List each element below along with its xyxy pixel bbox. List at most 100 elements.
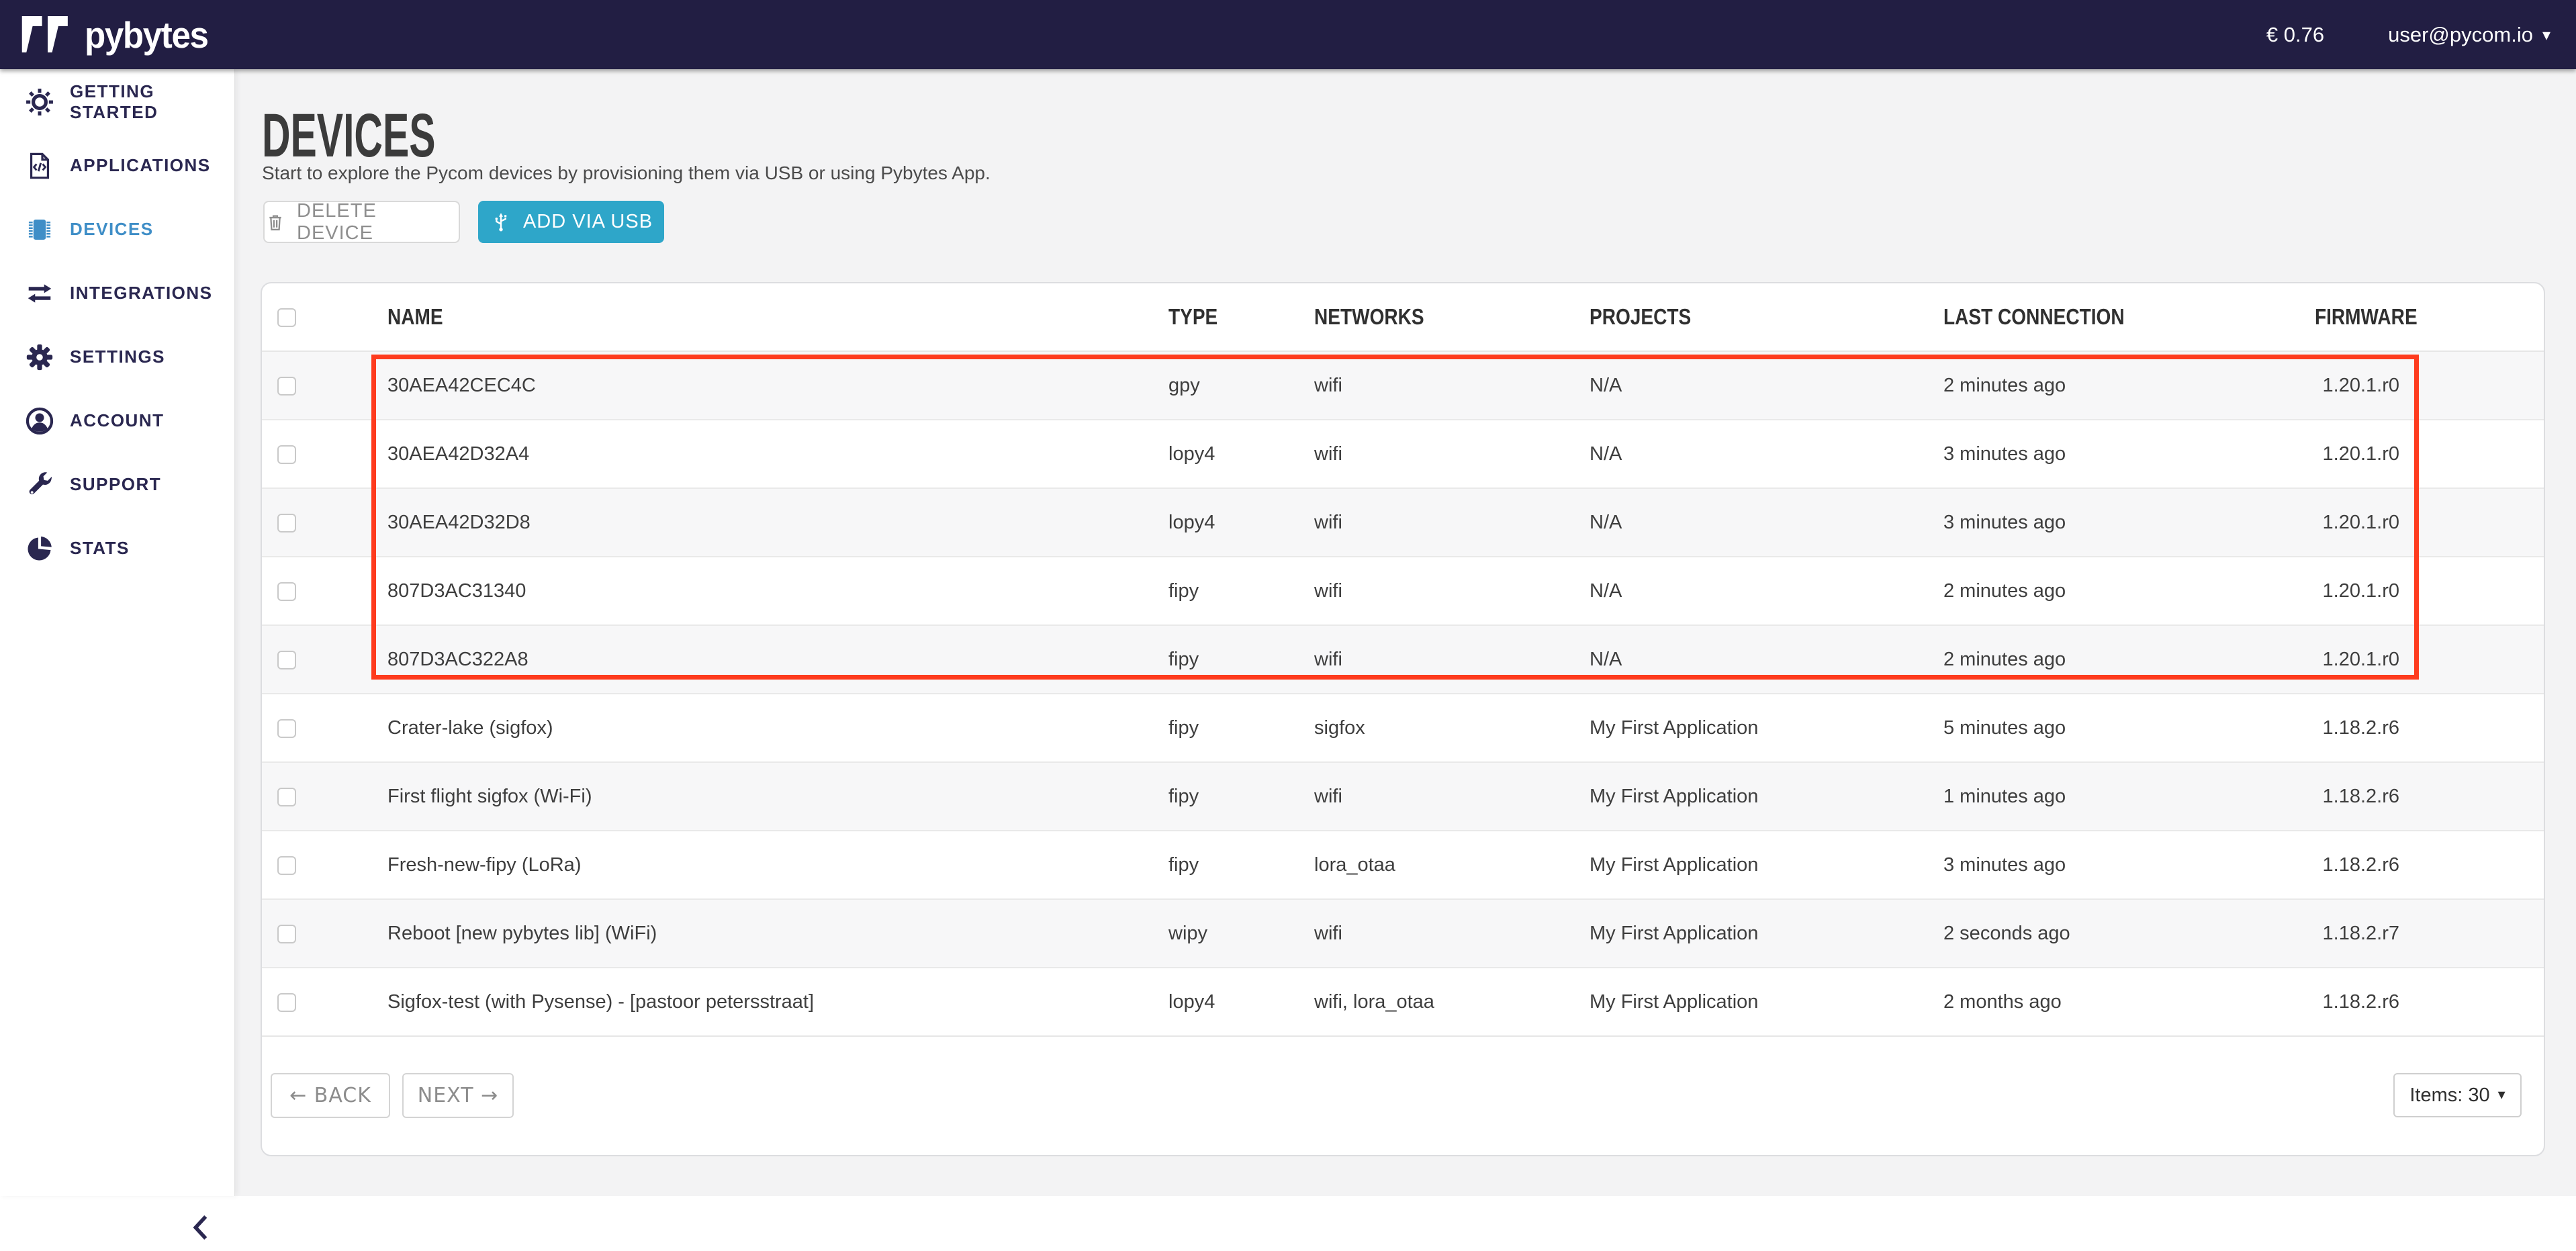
chevron-left-icon bbox=[181, 1207, 222, 1248]
usb-icon bbox=[490, 211, 512, 234]
sidebar-collapse-button[interactable] bbox=[181, 1207, 222, 1248]
table-row[interactable]: 807D3AC322A8 fipy wifi N/A 2 minutes ago… bbox=[262, 626, 2544, 694]
sidebar-nav: GETTING STARTED APPLICATIONS DEVICES INTEGR… bbox=[0, 69, 234, 580]
sidebar-item-applications[interactable]: APPLICATIONS bbox=[0, 134, 234, 197]
row-checkbox[interactable] bbox=[277, 582, 296, 601]
cell-last-connection: 2 minutes ago bbox=[1943, 352, 2066, 419]
row-checkbox[interactable] bbox=[277, 445, 296, 464]
cell-last-connection: 2 minutes ago bbox=[1943, 626, 2066, 693]
column-header-projects[interactable]: PROJECTS bbox=[1590, 283, 1691, 351]
sidebar-item-stats[interactable]: STATS bbox=[0, 516, 234, 580]
table-row[interactable]: Crater-lake (sigfox) fipy sigfox My Firs… bbox=[262, 694, 2544, 763]
sidebar-item-label: STATS bbox=[70, 538, 130, 559]
cell-projects: N/A bbox=[1590, 352, 1622, 419]
cell-last-connection: 1 minutes ago bbox=[1943, 763, 2066, 830]
sidebar-item-label: GETTING STARTED bbox=[70, 81, 234, 123]
cell-name: 30AEA42CEC4C bbox=[387, 352, 536, 419]
cell-firmware: 1.18.2.r6 bbox=[2323, 694, 2399, 761]
cell-projects: N/A bbox=[1590, 420, 1622, 488]
column-header-firmware[interactable]: FIRMWARE bbox=[2315, 283, 2418, 351]
sidebar-item-getting-started[interactable]: GETTING STARTED bbox=[0, 70, 234, 134]
logo-text: pybytes bbox=[85, 13, 208, 56]
trash-icon bbox=[265, 212, 286, 233]
row-checkbox[interactable] bbox=[277, 651, 296, 669]
cell-name: 30AEA42D32D8 bbox=[387, 489, 531, 556]
cell-firmware: 1.18.2.r6 bbox=[2323, 831, 2399, 898]
cell-firmware: 1.20.1.r0 bbox=[2323, 626, 2399, 693]
cell-firmware: 1.18.2.r7 bbox=[2323, 900, 2399, 967]
table-body: 30AEA42CEC4C gpy wifi N/A 2 minutes ago … bbox=[262, 352, 2544, 1037]
cell-projects: My First Application bbox=[1590, 900, 1758, 967]
sidebar-item-label: DEVICES bbox=[70, 219, 154, 240]
sidebar-item-settings[interactable]: SETTINGS bbox=[0, 325, 234, 389]
cell-projects: N/A bbox=[1590, 489, 1622, 556]
next-button[interactable]: NEXT → bbox=[402, 1073, 514, 1118]
table-row[interactable]: 30AEA42D32D8 lopy4 wifi N/A 3 minutes ag… bbox=[262, 489, 2544, 557]
table-row[interactable]: 30AEA42D32A4 lopy4 wifi N/A 3 minutes ag… bbox=[262, 420, 2544, 489]
row-checkbox[interactable] bbox=[277, 856, 296, 875]
cell-name: 807D3AC322A8 bbox=[387, 626, 528, 693]
cell-networks: wifi bbox=[1314, 900, 1342, 967]
row-checkbox[interactable] bbox=[277, 788, 296, 806]
sidebar-item-label: SUPPORT bbox=[70, 474, 161, 495]
top-bar: pybytes € 0.76 user@pycom.io ▾ bbox=[0, 0, 2576, 69]
cell-projects: My First Application bbox=[1590, 968, 1758, 1035]
column-header-name[interactable]: NAME bbox=[387, 283, 443, 351]
table-row[interactable]: 30AEA42CEC4C gpy wifi N/A 2 minutes ago … bbox=[262, 352, 2544, 420]
items-per-page-dropdown[interactable]: Items: 30 ▾ bbox=[2393, 1073, 2522, 1117]
pybytes-logo[interactable]: pybytes bbox=[20, 0, 217, 69]
chip-icon bbox=[24, 214, 55, 245]
account-balance: € 0.76 bbox=[2266, 23, 2324, 47]
user-email: user@pycom.io bbox=[2388, 23, 2533, 47]
table-row[interactable]: 807D3AC31340 fipy wifi N/A 2 minutes ago… bbox=[262, 557, 2544, 626]
cell-firmware: 1.18.2.r6 bbox=[2323, 968, 2399, 1035]
delete-device-button[interactable]: DELETE DEVICE bbox=[263, 201, 460, 243]
back-button[interactable]: ← BACK bbox=[271, 1073, 390, 1118]
row-checkbox[interactable] bbox=[277, 993, 296, 1012]
user-icon bbox=[24, 406, 55, 436]
sidebar-item-support[interactable]: SUPPORT bbox=[0, 453, 234, 516]
column-header-networks[interactable]: NETWORKS bbox=[1314, 283, 1424, 351]
cell-firmware: 1.20.1.r0 bbox=[2323, 557, 2399, 624]
cell-type: wipy bbox=[1168, 900, 1207, 967]
cell-name: Crater-lake (sigfox) bbox=[387, 694, 553, 761]
page-title: DEVICES bbox=[262, 101, 533, 171]
row-checkbox[interactable] bbox=[277, 925, 296, 943]
cell-firmware: 1.20.1.r0 bbox=[2323, 352, 2399, 419]
arrows-exchange-icon bbox=[24, 278, 55, 309]
sidebar-item-account[interactable]: ACCOUNT bbox=[0, 389, 234, 453]
cell-name: 30AEA42D32A4 bbox=[387, 420, 529, 488]
cell-networks: sigfox bbox=[1314, 694, 1365, 761]
column-header-type[interactable]: TYPE bbox=[1168, 283, 1217, 351]
table-row[interactable]: Reboot [new pybytes lib] (WiFi) wipy wif… bbox=[262, 900, 2544, 968]
add-via-usb-button[interactable]: ADD VIA USB bbox=[478, 201, 664, 243]
add-via-usb-label: ADD VIA USB bbox=[523, 211, 653, 233]
table-row[interactable]: First flight sigfox (Wi-Fi) fipy wifi My… bbox=[262, 763, 2544, 831]
cell-type: fipy bbox=[1168, 831, 1199, 898]
row-checkbox[interactable] bbox=[277, 719, 296, 738]
cell-networks: lora_otaa bbox=[1314, 831, 1395, 898]
cell-name: Sigfox-test (with Pysense) - [pastoor pe… bbox=[387, 968, 814, 1035]
pycom-logo-icon bbox=[20, 16, 75, 54]
pie-chart-icon bbox=[24, 533, 55, 564]
user-menu[interactable]: user@pycom.io ▾ bbox=[2388, 23, 2550, 47]
cell-name: First flight sigfox (Wi-Fi) bbox=[387, 763, 592, 830]
table-row[interactable]: Sigfox-test (with Pysense) - [pastoor pe… bbox=[262, 968, 2544, 1037]
table-header-row: NAME TYPE NETWORKS PROJECTS LAST CONNECT… bbox=[262, 283, 2544, 352]
cell-networks: wifi bbox=[1314, 763, 1342, 830]
code-document-icon bbox=[24, 150, 55, 181]
cell-type: lopy4 bbox=[1168, 489, 1215, 556]
cell-last-connection: 2 months ago bbox=[1943, 968, 2062, 1035]
cell-firmware: 1.20.1.r0 bbox=[2323, 420, 2399, 488]
pybytes-app: pybytes € 0.76 user@pycom.io ▾ GETTING S… bbox=[0, 0, 2576, 1196]
cell-networks: wifi bbox=[1314, 626, 1342, 693]
row-checkbox[interactable] bbox=[277, 514, 296, 532]
select-all-checkbox[interactable] bbox=[277, 308, 296, 327]
table-row[interactable]: Fresh-new-fipy (LoRa) fipy lora_otaa My … bbox=[262, 831, 2544, 900]
wrench-icon bbox=[24, 469, 55, 500]
sidebar-item-devices[interactable]: DEVICES bbox=[0, 197, 234, 261]
column-header-last-connection[interactable]: LAST CONNECTION bbox=[1943, 283, 2125, 351]
row-checkbox[interactable] bbox=[277, 377, 296, 396]
devices-table-card: NAME TYPE NETWORKS PROJECTS LAST CONNECT… bbox=[261, 282, 2545, 1156]
sidebar-item-integrations[interactable]: INTEGRATIONS bbox=[0, 261, 234, 325]
